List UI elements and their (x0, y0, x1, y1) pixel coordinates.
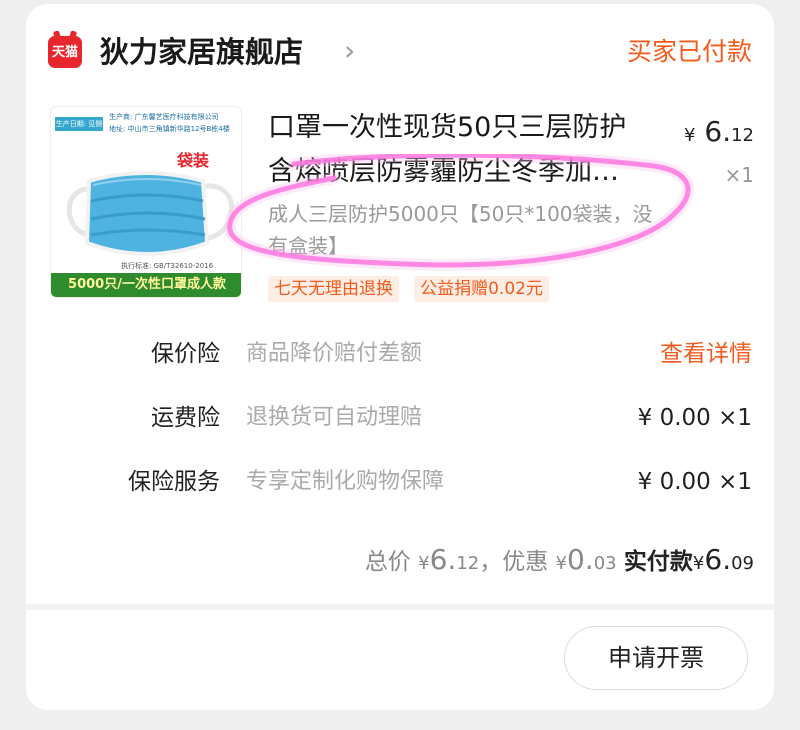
product-quantity: ×1 (724, 163, 754, 187)
discount-integer: 0. (566, 543, 594, 576)
discount-decimal: 03 (593, 553, 617, 574)
paid-label: 实付款 (623, 549, 693, 575)
service-desc: 退换货可自动理赔 (246, 405, 423, 430)
chevron-right-icon[interactable]: › (344, 30, 355, 72)
store-header[interactable]: 天猫 狄力家居旗舰店 › 买家已付款 (48, 30, 758, 74)
thumbnail-banner: 5000只/一次性口罩成人款 (51, 273, 241, 297)
service-label: 保险服务 (128, 469, 220, 495)
request-invoice-button[interactable]: 申请开票 (564, 626, 748, 690)
product-price-column: ¥ 6.12 ×1 (684, 112, 754, 194)
product-tags: 七天无理由退换 公益捐赠0.02元 (268, 276, 559, 302)
thumbnail-standard: 执行标准: GB/T32610-2016 (121, 262, 214, 270)
service-desc: 商品降价赔付差额 (246, 341, 423, 366)
discount-currency: ¥ (555, 553, 567, 574)
service-row-shipping-insurance: 运费险 退换货可自动理赔 ¥ 0.00 ×1 (0, 398, 800, 438)
total-currency: ¥ (418, 553, 430, 574)
order-totals: 总价 ¥6.12，优惠 ¥0.03 实付款¥6.09 (365, 540, 754, 584)
section-divider (26, 604, 774, 610)
paid-currency: ¥ (692, 553, 705, 574)
tag-charity-donation: 公益捐赠0.02元 (414, 276, 549, 302)
paid-decimal: 09 (731, 553, 754, 574)
service-value: ¥ 0.00 ×1 (637, 405, 752, 431)
total-integer: 6. (429, 543, 457, 576)
product-price: ¥ 6.12 (684, 112, 754, 156)
discount-label: 优惠 (502, 549, 549, 575)
service-label: 运费险 (151, 405, 220, 431)
store-name[interactable]: 狄力家居旗舰店 (100, 30, 303, 74)
service-row-price-protection[interactable]: 保价险 商品降价赔付差额 查看详情 (0, 334, 800, 374)
service-desc: 专享定制化购物保障 (246, 469, 445, 494)
product-title-line-1: 口罩一次性现货50只三层防护 (268, 112, 627, 143)
view-details-link[interactable]: 查看详情 (660, 334, 752, 374)
product-title-line-2: 含熔喷层防雾霾防尘冬季加… (268, 156, 619, 187)
price-integer: 6. (704, 115, 732, 148)
order-status: 买家已付款 (626, 37, 752, 66)
tmall-logo-icon: 天猫 (48, 36, 82, 68)
service-value: ¥ 0.00 ×1 (637, 469, 752, 495)
price-currency: ¥ (684, 125, 696, 146)
price-decimal: 12 (731, 125, 754, 146)
tag-seven-day-return: 七天无理由退换 (268, 276, 399, 302)
total-decimal: 12 (456, 553, 480, 574)
product-thumbnail[interactable]: 生产日期: 见侧 生产商: 广东馨艺医疗科技有限公司 地址: 中山市三角镇新华路… (50, 106, 242, 298)
total-label: 总价 (364, 549, 411, 575)
product-sku: 成人三层防护5000只【50只*100袋装，没有盒装】 (268, 202, 653, 258)
service-row-insurance-service: 保险服务 专享定制化购物保障 ¥ 0.00 ×1 (0, 462, 800, 502)
paid-integer: 6. (704, 543, 732, 576)
service-label: 保价险 (151, 341, 220, 367)
totals-separator: ， (479, 549, 503, 575)
product-title[interactable]: 口罩一次性现货50只三层防护 含熔喷层防雾霾防尘冬季加… (268, 106, 664, 194)
